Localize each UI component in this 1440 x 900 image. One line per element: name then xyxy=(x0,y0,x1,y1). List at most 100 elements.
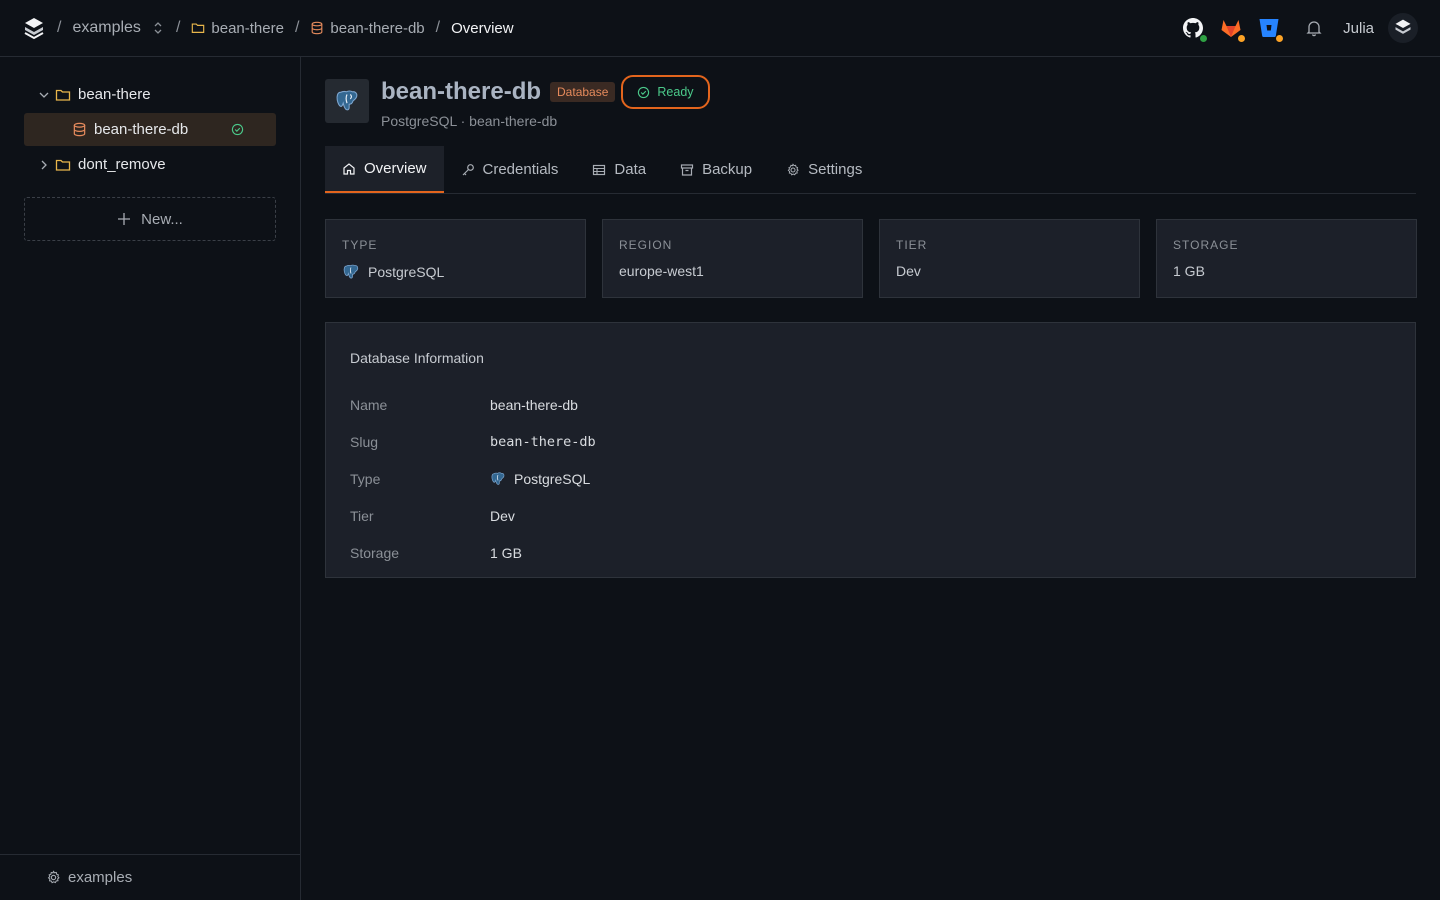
tab-label: Data xyxy=(614,161,647,178)
info-key: Type xyxy=(350,470,381,487)
key-icon xyxy=(462,163,474,175)
stat-value: PostgreSQL xyxy=(342,263,569,281)
chevron-up-down-icon xyxy=(154,22,162,34)
check-circle-icon xyxy=(638,86,650,98)
info-row-slug: Slug bean-there-db xyxy=(350,423,1391,460)
stat-label: STORAGE xyxy=(1173,238,1239,252)
workspace-settings[interactable]: examples xyxy=(0,854,300,900)
page-title: bean-there-db xyxy=(381,78,542,105)
archive-icon xyxy=(680,163,694,176)
breadcrumb-folder-label: bean-there xyxy=(211,19,284,37)
info-value: Dev xyxy=(490,507,515,524)
breadcrumb-project-label: examples xyxy=(72,19,141,36)
stat-label: REGION xyxy=(619,238,673,252)
breadcrumb-database-label: bean-there-db xyxy=(330,19,425,37)
tab-credentials[interactable]: Credentials xyxy=(444,146,576,193)
gear-icon xyxy=(787,162,799,175)
stat-cards: TYPE PostgreSQL REGION europe-west1 TIER… xyxy=(325,219,1417,298)
avatar[interactable] xyxy=(1388,13,1418,43)
info-value: bean-there-db xyxy=(490,396,578,413)
check-circle-icon xyxy=(231,123,244,136)
info-value: 1 GB xyxy=(490,544,522,561)
tab-label: Settings xyxy=(808,161,863,178)
tab-bar: Overview Credentials Data Backup Setting… xyxy=(325,146,1416,194)
database-icon xyxy=(312,21,323,35)
github-button[interactable] xyxy=(1181,16,1209,43)
title-row: bean-there-db Database Ready xyxy=(381,75,710,109)
gear-icon xyxy=(47,870,60,884)
home-icon xyxy=(343,162,355,175)
stat-value: 1 GB xyxy=(1173,263,1205,279)
plus-icon xyxy=(118,213,131,225)
stat-card-region: REGION europe-west1 xyxy=(602,219,863,298)
stat-card-tier: TIER Dev xyxy=(879,219,1140,298)
tab-settings[interactable]: Settings xyxy=(769,146,879,193)
info-value-label: PostgreSQL xyxy=(514,470,591,487)
user-avatar-icon xyxy=(1395,19,1411,34)
info-row-type: Type PostgreSQL xyxy=(350,460,1391,497)
stat-card-type: TYPE PostgreSQL xyxy=(325,219,586,298)
sidebar: bean-there bean-there-db dont_remove New… xyxy=(0,57,301,900)
gitlab-button[interactable] xyxy=(1219,16,1247,43)
new-button-label: New... xyxy=(141,210,183,228)
breadcrumb-folder[interactable]: bean-there xyxy=(191,20,284,37)
breadcrumb-database[interactable]: bean-there-db xyxy=(310,19,425,37)
breadcrumb-current: Overview xyxy=(451,20,514,37)
status-badge[interactable]: Ready xyxy=(621,75,710,109)
workspace-label: examples xyxy=(68,869,133,886)
tab-label: Backup xyxy=(702,161,753,178)
info-row-name: Name bean-there-db xyxy=(350,386,1391,423)
type-badge: Database xyxy=(550,82,616,102)
status-badge-label: Ready xyxy=(657,85,694,99)
info-rows: Name bean-there-db Slug bean-there-db Ty… xyxy=(350,386,1391,571)
breadcrumb-separator: / xyxy=(57,19,62,36)
stat-card-storage: STORAGE 1 GB xyxy=(1156,219,1417,298)
info-key: Name xyxy=(350,396,388,413)
tab-backup[interactable]: Backup xyxy=(663,146,769,193)
bitbucket-button[interactable] xyxy=(1257,16,1285,43)
breadcrumb-current-label: Overview xyxy=(451,19,514,37)
stat-label: TYPE xyxy=(342,238,378,252)
tree-item-bean-there[interactable]: bean-there xyxy=(24,78,276,111)
breadcrumb-separator: / xyxy=(175,19,181,36)
panel-title: Database Information xyxy=(350,350,484,366)
tree-item-label: bean-there xyxy=(78,86,151,103)
app-logo-icon[interactable] xyxy=(22,16,46,40)
status-dot xyxy=(1199,34,1209,43)
info-key: Tier xyxy=(350,507,374,524)
tab-overview[interactable]: Overview xyxy=(325,146,444,193)
page-header: bean-there-db Database Ready PostgreSQL … xyxy=(325,75,710,129)
postgres-icon xyxy=(491,472,505,485)
chevron-down-icon[interactable] xyxy=(37,88,51,102)
database-info-panel: Database Information Name bean-there-db … xyxy=(325,322,1416,578)
stat-value: Dev xyxy=(896,263,921,279)
table-icon xyxy=(593,164,606,175)
bell-icon[interactable] xyxy=(1305,19,1323,37)
tree-item-dont-remove[interactable]: dont_remove xyxy=(24,148,276,181)
folder-icon xyxy=(192,23,205,33)
new-button[interactable]: New... xyxy=(24,197,276,241)
stat-value-label: PostgreSQL xyxy=(368,264,445,280)
tab-data[interactable]: Data xyxy=(575,146,663,193)
user-name[interactable]: Julia xyxy=(1343,20,1374,37)
database-icon xyxy=(73,122,86,137)
tree-item-bean-there-db[interactable]: bean-there-db xyxy=(24,113,276,146)
info-value: PostgreSQL xyxy=(490,471,590,487)
topbar-actions: Julia xyxy=(1181,13,1418,43)
header-text: bean-there-db Database Ready PostgreSQL … xyxy=(381,75,710,129)
tab-label: Overview xyxy=(364,160,427,177)
chevron-right-icon[interactable] xyxy=(37,158,51,172)
page-subtitle: PostgreSQL · bean-there-db xyxy=(381,113,558,129)
main-content: bean-there-db Database Ready PostgreSQL … xyxy=(301,57,1440,900)
info-row-storage: Storage 1 GB xyxy=(350,534,1391,571)
breadcrumb-separator: / xyxy=(294,19,300,36)
folder-icon xyxy=(55,89,71,101)
info-value[interactable]: bean-there-db xyxy=(490,434,596,450)
stat-value: europe-west1 xyxy=(619,263,704,279)
breadcrumb-separator: / xyxy=(435,19,441,36)
postgres-logo xyxy=(325,79,369,123)
tree-item-label: dont_remove xyxy=(78,156,166,173)
stat-label: TIER xyxy=(896,238,928,252)
info-key: Storage xyxy=(350,544,400,561)
breadcrumb-project[interactable]: examples xyxy=(72,19,164,37)
